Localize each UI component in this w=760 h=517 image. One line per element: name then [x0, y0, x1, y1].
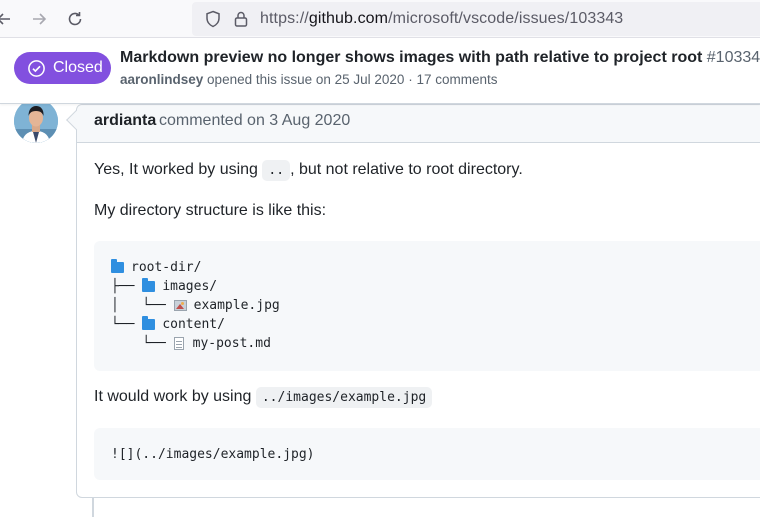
- issue-meta-text: opened this issue on 25 Jul 2020 · 17 co…: [207, 72, 498, 87]
- tree-name: my-post.md: [192, 335, 271, 351]
- forward-icon[interactable]: [27, 7, 51, 31]
- comment-card: ardianta commented on 3 Aug 2020 Yes, It…: [76, 104, 760, 498]
- issue-title: Markdown preview no longer shows images …: [120, 49, 760, 67]
- shield-icon[interactable]: [204, 10, 222, 28]
- inline-code-image-path: ../images/example.jpg: [255, 387, 433, 408]
- comment-paragraph-2: My directory structure is like this:: [94, 202, 327, 219]
- p3-text-before: It would work by using: [94, 388, 252, 405]
- folder-icon: [142, 277, 156, 292]
- tree-line-root-dir: root-dir/: [111, 258, 201, 276]
- tree-line-images: ├── images/: [111, 277, 217, 295]
- tree-prefix: │ └──: [111, 297, 174, 313]
- issue-state-badge: Closed: [14, 52, 111, 84]
- p1-text-before: Yes, It worked by using: [94, 161, 258, 178]
- inline-code-dotdot: ..: [262, 160, 291, 181]
- comment-timestamp[interactable]: commented on 3 Aug 2020: [159, 112, 350, 130]
- reload-icon[interactable]: [63, 7, 87, 31]
- tree-line-my-post-md: └── my-post.md: [111, 334, 271, 352]
- issue-number: #103343: [706, 49, 760, 66]
- browser-toolbar: https://github.com/microsoft/vscode/issu…: [0, 0, 760, 38]
- issue-author-link[interactable]: aaronlindsey: [120, 72, 203, 87]
- closed-issue-icon: [28, 59, 45, 77]
- url-path: /microsoft/vscode/issues/103343: [388, 10, 624, 27]
- url-text[interactable]: https://github.com/microsoft/vscode/issu…: [260, 10, 623, 28]
- tree-prefix: ├──: [111, 278, 143, 294]
- lock-icon[interactable]: [232, 10, 250, 28]
- tree-prefix: └──: [111, 335, 174, 351]
- back-icon[interactable]: [0, 7, 16, 31]
- tree-line-content: └── content/: [111, 315, 225, 333]
- tree-line-example-jpg: │ └── example.jpg: [111, 296, 280, 314]
- url-scheme: https://: [260, 10, 309, 27]
- issue-title-text: Markdown preview no longer shows images …: [120, 49, 703, 66]
- url-bar[interactable]: https://github.com/microsoft/vscode/issu…: [192, 2, 760, 36]
- comment-paragraph-1: Yes, It worked by using .., but not rela…: [94, 160, 523, 181]
- markdown-code-block: ![](../images/example.jpg): [94, 428, 760, 480]
- markdown-image-code: ![](../images/example.jpg): [111, 446, 315, 462]
- comment-header: ardianta commented on 3 Aug 2020: [77, 105, 760, 143]
- document-file-icon: [173, 336, 184, 350]
- url-domain: github.com: [308, 10, 389, 27]
- tree-name: example.jpg: [193, 297, 280, 313]
- comment-author-link[interactable]: ardianta: [94, 112, 156, 130]
- timeline-line: [92, 498, 94, 517]
- tree-name: images/: [162, 278, 218, 294]
- issue-sticky-header: Closed Markdown preview no longer shows …: [0, 38, 760, 104]
- folder-icon: [111, 258, 124, 273]
- tree-name: root-dir/: [131, 259, 202, 275]
- folder-icon: [142, 315, 156, 330]
- directory-tree-code-block: root-dir/ ├── images/ │ └── example.jpg …: [94, 241, 760, 371]
- issue-state-label: Closed: [53, 59, 103, 76]
- comment-paragraph-3: It would work by using ../images/example…: [94, 387, 433, 408]
- issue-meta: aaronlindsey opened this issue on 25 Jul…: [120, 72, 497, 87]
- commenter-avatar[interactable]: [14, 99, 58, 143]
- tree-prefix: └──: [111, 316, 143, 332]
- p1-text-after: , but not relative to root directory.: [290, 161, 523, 178]
- tree-name: content/: [162, 316, 225, 332]
- image-file-icon: [173, 299, 187, 311]
